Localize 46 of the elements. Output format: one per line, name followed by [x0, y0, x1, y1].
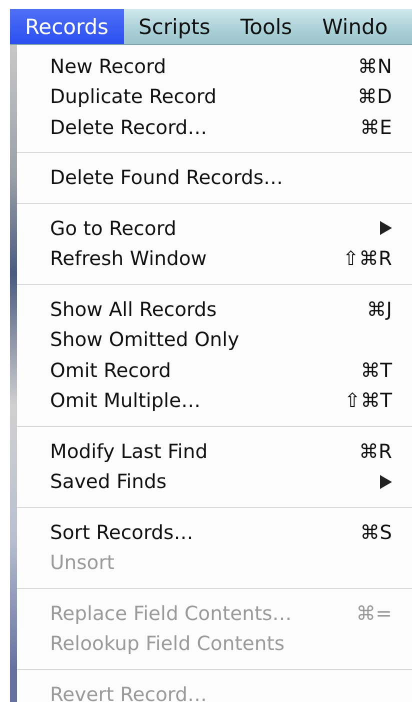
menu-item-label: Omit Multiple…: [50, 389, 201, 412]
menu-item-label: Relookup Field Contents: [50, 632, 284, 656]
menu-item-label: New Record: [50, 54, 166, 78]
menu-item-label: Delete Found Records…: [50, 166, 284, 190]
shortcut-label: ⌘D: [357, 85, 392, 108]
menu-item-label: Modify Last Find: [50, 440, 208, 463]
menu-item-label: Show Omitted Only: [50, 328, 240, 352]
menu-item[interactable]: Show All Records ⌘J: [17, 294, 412, 324]
menu-item-label: Duplicate Record: [50, 85, 216, 108]
menu-item[interactable]: Omit Multiple… ⇧⌘T: [17, 386, 412, 416]
menu-bar-item[interactable]: Windo: [307, 9, 403, 44]
menu-item[interactable]: Sort Records… ⌘S: [17, 517, 412, 548]
menu-item[interactable]: Omit Record ⌘T: [17, 355, 412, 386]
menu-item[interactable]: Delete Record… ⌘E: [17, 112, 412, 142]
menu-item[interactable]: New Record ⌘N: [17, 51, 412, 82]
menu-item-label: Unsort: [50, 551, 114, 574]
menu-item[interactable]: Show Omitted Only: [17, 324, 412, 355]
menu-item[interactable]: Modify Last Find ⌘R: [17, 436, 412, 466]
shortcut-label: ⌘J: [366, 298, 392, 321]
menu-item-label: Go to Record: [50, 216, 176, 240]
menu-item-label: Refresh Window: [50, 247, 207, 270]
menu-item-label: Show All Records: [50, 298, 217, 321]
submenu-arrow-icon: [380, 474, 392, 489]
shortcut-label: ⌘S: [360, 520, 392, 544]
menu-item[interactable]: Saved Finds: [17, 466, 412, 497]
shortcut-label: ⇧⌘T: [344, 389, 392, 412]
menu-item-label: Revert Record…: [50, 682, 207, 702]
menu-item-label: Replace Field Contents…: [50, 602, 292, 625]
menu-bar-item[interactable]: Tools: [225, 9, 308, 44]
menu-item[interactable]: Refresh Window ⇧⌘R: [17, 244, 412, 274]
shortcut-label: ⌘R: [358, 440, 392, 463]
shortcut-label: ⇧⌘R: [342, 247, 392, 270]
menu-item[interactable]: Go to Record: [17, 213, 412, 244]
menu-item[interactable]: Duplicate Record ⌘D: [17, 82, 412, 112]
submenu-arrow-icon: [380, 221, 392, 236]
shortcut-label: ⌘T: [360, 358, 392, 382]
shortcut-label: ⌘E: [360, 116, 392, 139]
menu-bar-item[interactable]: Records: [10, 9, 124, 44]
menu-bar-item[interactable]: Scripts: [124, 9, 226, 44]
menu-item-label: Sort Records…: [50, 520, 194, 544]
menu-item-label: Delete Record…: [50, 116, 208, 139]
menu-item[interactable]: Delete Found Records…: [17, 162, 412, 193]
menu-item-label: Omit Record: [50, 358, 171, 382]
menu-item-label: Saved Finds: [50, 470, 167, 494]
shortcut-label: ⌘N: [358, 54, 392, 78]
shortcut-label: ⌘=: [356, 602, 392, 625]
